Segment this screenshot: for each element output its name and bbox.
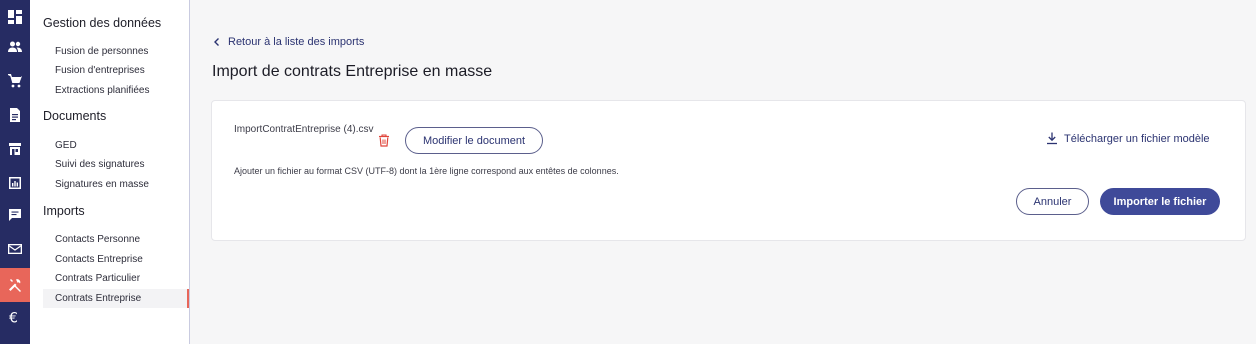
nav-item-contracts-company[interactable]: Contrats Entreprise [43,289,189,308]
nav-item-bulk-signatures[interactable]: Signatures en masse [43,175,189,194]
format-hint: Ajouter un fichier au format CSV (UTF-8)… [234,166,619,176]
cart-icon [8,74,22,88]
rail-item-shop[interactable] [0,64,30,98]
back-link[interactable]: Retour à la liste des imports [212,36,364,48]
chevron-left-icon [214,38,219,46]
import-card: ImportContratEntreprise (4).csv Modifier… [211,100,1246,241]
cancel-button[interactable]: Annuler [1016,188,1089,215]
rail-item-mail[interactable] [0,232,30,266]
section-title-documents: Documents [43,109,107,123]
chat-icon [9,209,21,221]
svg-text:€: € [9,311,18,325]
rail-item-reports[interactable] [0,166,30,200]
tools-icon [9,279,21,292]
nav-item-merge-companies[interactable]: Fusion d'entreprises [43,61,189,80]
download-template-label: Télécharger un fichier modèle [1064,132,1210,145]
nav-item-merge-people[interactable]: Fusion de personnes [43,42,189,61]
document-icon [10,108,20,122]
modify-document-button[interactable]: Modifier le document [405,127,543,154]
section-title-imports: Imports [43,204,85,218]
mail-icon [8,244,22,254]
rail-item-store[interactable] [0,132,30,166]
file-name: ImportContratEntreprise (4).csv [234,124,374,135]
import-file-button[interactable]: Importer le fichier [1100,188,1220,215]
page-title: Import de contrats Entreprise en masse [212,63,493,80]
icon-rail: € [0,0,30,344]
secondary-nav: Gestion des données Fusion de personnes … [30,0,190,344]
dashboard-icon [8,10,22,24]
nav-item-signature-tracking[interactable]: Suivi des signatures [43,155,189,174]
back-link-label: Retour à la liste des imports [228,36,365,48]
trash-icon[interactable] [378,134,390,147]
euro-icon: € [9,311,18,325]
nav-item-contracts-individual[interactable]: Contrats Particulier [43,269,189,288]
rail-item-dashboard[interactable] [0,0,30,34]
section-title-data-management: Gestion des données [43,16,162,30]
store-icon [9,143,21,155]
rail-item-finance[interactable]: € [0,300,30,334]
nav-item-scheduled-extractions[interactable]: Extractions planifiées [43,81,189,100]
nav-item-contacts-company[interactable]: Contacts Entreprise [43,250,189,269]
active-indicator [187,289,189,308]
rail-item-tools[interactable] [0,268,30,302]
rail-item-documents[interactable] [0,98,30,132]
nav-item-ged[interactable]: GED [43,136,189,155]
rail-item-contacts[interactable] [0,30,30,64]
download-icon [1047,132,1057,145]
rail-item-messages[interactable] [0,198,30,232]
download-template-link[interactable]: Télécharger un fichier modèle [1046,132,1210,145]
report-icon [9,177,21,189]
nav-item-contacts-person[interactable]: Contacts Personne [43,230,189,249]
people-icon [8,41,22,52]
